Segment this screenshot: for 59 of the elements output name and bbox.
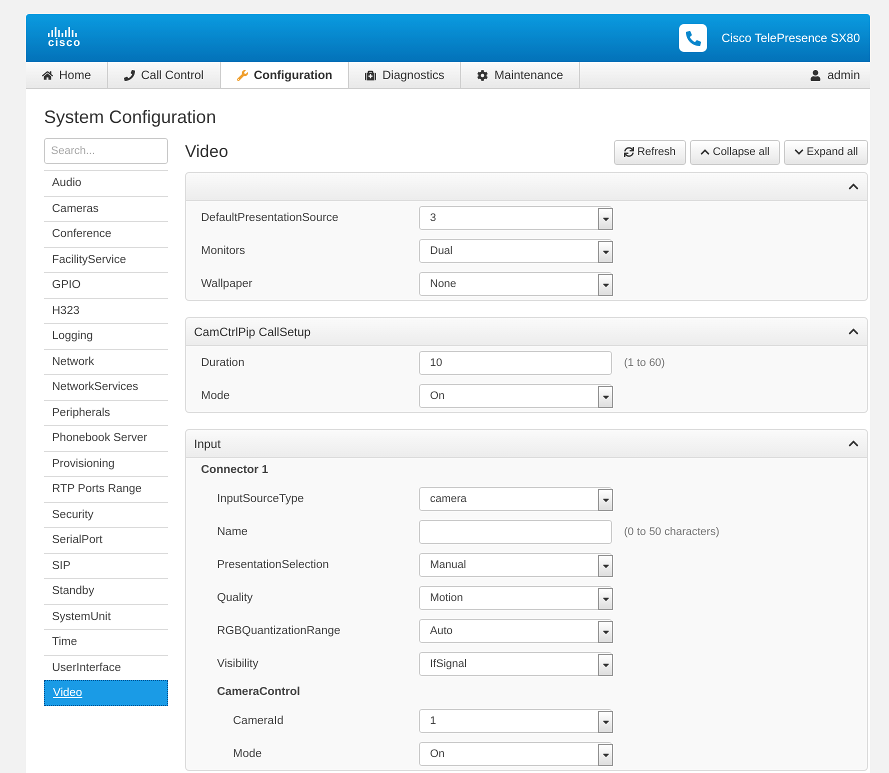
setting-label: RGBQuantizationRange bbox=[217, 624, 342, 636]
chevron-up-icon[interactable] bbox=[848, 438, 859, 449]
setting-label: Mode bbox=[201, 390, 231, 402]
page-title: System Configuration bbox=[44, 107, 218, 128]
select-field[interactable]: IfSignal bbox=[419, 652, 612, 676]
chevron-up-icon[interactable] bbox=[848, 181, 859, 192]
select-field[interactable]: 1 bbox=[419, 708, 612, 732]
panel-title: Input bbox=[194, 436, 221, 450]
select-field[interactable]: Auto bbox=[419, 618, 612, 642]
hint-text: (0 to 50 characters) bbox=[624, 526, 720, 538]
toolbar-button[interactable]: Collapse all bbox=[690, 140, 780, 164]
chevron-down-icon bbox=[794, 147, 804, 157]
hint-text: (1 to 60) bbox=[624, 356, 665, 368]
select-field[interactable]: camera bbox=[419, 486, 612, 510]
setting-label: Name bbox=[217, 526, 249, 538]
select-field[interactable]: Manual bbox=[419, 552, 612, 576]
phone-icon bbox=[679, 24, 708, 52]
user-icon bbox=[810, 70, 822, 80]
chevron-up-icon[interactable] bbox=[848, 326, 859, 337]
medkit-icon bbox=[365, 70, 376, 80]
setting-label: DefaultPresentationSource bbox=[201, 212, 340, 224]
select-field[interactable]: Dual bbox=[419, 238, 612, 262]
select-field[interactable]: On bbox=[419, 742, 612, 766]
toolbar-button[interactable]: Expand all bbox=[784, 140, 868, 164]
toolbar-button[interactable]: Refresh bbox=[614, 140, 686, 164]
home-icon bbox=[42, 70, 53, 80]
phone-icon bbox=[124, 70, 136, 80]
setting-label: Duration bbox=[201, 356, 246, 368]
select-field[interactable]: 3 bbox=[419, 206, 612, 230]
chevron-up-icon bbox=[700, 147, 710, 157]
product-name: Cisco TelePresence SX80 bbox=[721, 31, 860, 45]
setting-label: CameraId bbox=[233, 714, 284, 726]
text-field[interactable] bbox=[419, 520, 612, 544]
logo-bars-icon bbox=[48, 27, 78, 37]
group-heading: CameraControl bbox=[217, 686, 302, 698]
text-field[interactable]: 10 bbox=[419, 350, 612, 374]
panel-title: CamCtrlPip CallSetup bbox=[194, 324, 311, 338]
search-field[interactable]: Search... bbox=[44, 138, 168, 164]
select-field[interactable]: On bbox=[419, 384, 612, 408]
nav-tab[interactable]: Diagnostics bbox=[349, 62, 462, 88]
setting-label: Monitors bbox=[201, 244, 246, 256]
nav-tab[interactable]: Maintenance bbox=[461, 62, 580, 88]
wrench-icon bbox=[236, 70, 248, 80]
refresh-icon bbox=[624, 147, 634, 157]
user-menu[interactable]: admin bbox=[800, 62, 870, 88]
group-heading: Connector 1 bbox=[201, 464, 270, 476]
setting-label: Visibility bbox=[217, 658, 260, 670]
setting-label: Wallpaper bbox=[201, 278, 254, 290]
select-field[interactable]: Motion bbox=[419, 586, 612, 610]
logo-text: cisco bbox=[48, 37, 82, 49]
select-field[interactable]: None bbox=[419, 272, 612, 296]
setting-label: Quality bbox=[217, 592, 254, 604]
setting-label: Mode bbox=[233, 748, 263, 760]
setting-label: InputSourceType bbox=[217, 492, 305, 504]
setting-label: PresentationSelection bbox=[217, 558, 330, 570]
gear-icon bbox=[477, 70, 488, 80]
nav-tab[interactable]: Configuration bbox=[220, 62, 350, 88]
nav-tab[interactable]: Home bbox=[26, 62, 108, 88]
section-title: Video bbox=[185, 142, 228, 162]
